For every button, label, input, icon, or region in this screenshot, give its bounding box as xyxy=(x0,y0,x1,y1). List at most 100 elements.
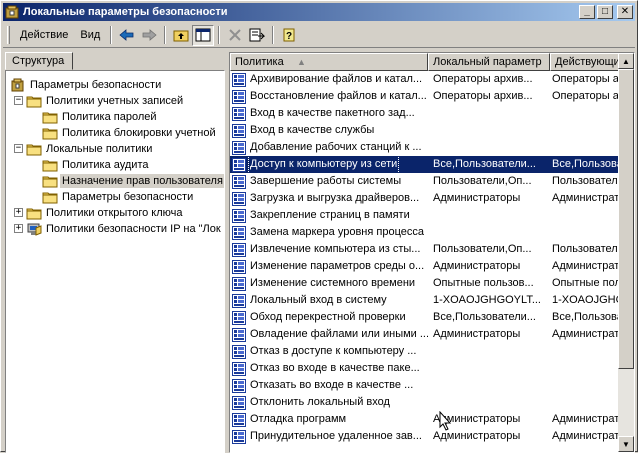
table-row[interactable]: Отказ во входе в качестве паке... xyxy=(230,360,620,377)
tree-item-security-options[interactable]: Параметры безопасности xyxy=(6,189,224,205)
policy-name: Добавление рабочих станций к ... xyxy=(250,141,422,153)
policy-name: Отказать во входе в качестве ... xyxy=(250,379,414,391)
scroll-down-button[interactable]: ▼ xyxy=(618,436,634,452)
policy-name: Изменение системного времени xyxy=(250,277,416,289)
collapse-icon[interactable]: − xyxy=(14,144,23,153)
column-header-effective[interactable]: Действующи xyxy=(550,53,620,71)
tab-structure[interactable]: Структура xyxy=(5,52,73,70)
policy-name: Вход в качестве службы xyxy=(250,124,375,136)
table-row[interactable]: Восстановление файлов и катал... Оператор… xyxy=(230,88,620,105)
table-row[interactable]: Добавление рабочих станций к ... xyxy=(230,139,620,156)
table-row[interactable]: Доступ к компьютеру из сети Все,Пользоват… xyxy=(230,156,620,173)
column-header-effective-label: Действующи xyxy=(555,56,620,68)
cell-effective-setting: Администрато xyxy=(552,192,620,204)
table-row[interactable]: Овладение файлами или иными ... Администр… xyxy=(230,326,620,343)
app-icon xyxy=(5,5,19,19)
cell-policy: Отладка программ xyxy=(230,411,428,428)
table-row[interactable]: Закрепление страниц в памяти xyxy=(230,207,620,224)
cell-local-setting: Все,Пользователи... xyxy=(428,156,548,173)
cell-local-setting: 1-XOAOJGHGOYLT... xyxy=(433,294,541,306)
show-hide-tree-button[interactable] xyxy=(192,24,215,46)
cell-policy: Отказать во входе в качестве ... xyxy=(230,377,428,394)
svg-text:?: ? xyxy=(286,31,292,42)
tree-item-public-key[interactable]: + Политики открытого ключа xyxy=(6,205,224,221)
tree-item-security-settings[interactable]: Параметры безопасности xyxy=(6,77,224,93)
tree-item-ip-security[interactable]: + Политики безопасности IP на "Лок xyxy=(6,221,224,237)
tree-item-password-policy[interactable]: Политика паролей xyxy=(6,109,224,125)
table-row[interactable]: Отказ в доступе к компьютеру ... xyxy=(230,343,620,360)
vertical-scrollbar[interactable]: ▲ ▼ xyxy=(618,53,634,452)
column-header-local[interactable]: Локальный параметр xyxy=(428,53,550,71)
policy-icon xyxy=(232,225,246,240)
cell-local-setting: Администраторы xyxy=(433,328,521,340)
column-header-policy[interactable]: Политика ▲ xyxy=(230,53,428,71)
cell-effective-setting: Пользователи xyxy=(552,175,620,187)
cell-local-setting xyxy=(428,360,548,377)
tree-item-account-policies[interactable]: − Политики учетных записей xyxy=(6,93,224,109)
cell-policy: Вход в качестве службы xyxy=(230,122,428,139)
title-bar[interactable]: Локальные параметры безопасности _ □ ✕ xyxy=(3,3,635,21)
tree-item-label: Параметры безопасности xyxy=(62,191,194,203)
toolbar-grip[interactable] xyxy=(7,26,10,44)
table-row[interactable]: Вход в качестве пакетного зад... xyxy=(230,105,620,122)
cell-policy: Добавление рабочих станций к ... xyxy=(230,139,428,156)
cell-effective-setting: Опытные поль xyxy=(552,277,620,289)
delete-button[interactable] xyxy=(224,25,246,46)
policy-name: Восстановление файлов и катал... xyxy=(250,90,427,102)
tree-item-label: Назначение прав пользователя xyxy=(60,174,224,188)
policy-name: Архивирование файлов и катал... xyxy=(250,73,423,85)
table-row[interactable]: Локальный вход в систему 1-XOAOJGHGOYLT..… xyxy=(230,292,620,309)
table-row[interactable]: Вход в качестве службы xyxy=(230,122,620,139)
export-list-button[interactable] xyxy=(246,25,268,46)
sort-ascending-icon: ▲ xyxy=(297,57,306,67)
tree-item-lockout-policy[interactable]: Политика блокировки учетной xyxy=(6,125,224,141)
toolbar-separator xyxy=(218,26,221,44)
policy-name: Отказ во входе в качестве паке... xyxy=(250,362,420,374)
tree-item-local-policies[interactable]: − Локальные политики xyxy=(6,141,224,157)
cell-effective-setting: Администрато xyxy=(552,328,620,340)
cell-local-setting: Пользователи,Оп... xyxy=(433,243,532,255)
menu-action[interactable]: Действие xyxy=(14,27,74,43)
table-row[interactable]: Отклонить локальный вход xyxy=(230,394,620,411)
up-level-button[interactable] xyxy=(170,25,192,46)
menu-view[interactable]: Вид xyxy=(74,27,106,43)
policy-icon xyxy=(232,208,246,223)
table-row[interactable]: Архивирование файлов и катал... Операторы… xyxy=(230,71,620,88)
policy-name: Вход в качестве пакетного зад... xyxy=(250,107,415,119)
table-row[interactable]: Завершение работы системы Пользователи,Оп… xyxy=(230,173,620,190)
table-row[interactable]: Замена маркера уровня процесса xyxy=(230,224,620,241)
cell-policy: Локальный вход в систему xyxy=(230,292,428,309)
folder-icon xyxy=(42,174,58,188)
cell-policy: Загрузка и выгрузка драйверов... xyxy=(230,190,428,207)
table-row[interactable]: Изменение параметров среды о... Администр… xyxy=(230,258,620,275)
table-row[interactable]: Загрузка и выгрузка драйверов... Админист… xyxy=(230,190,620,207)
tree-item-audit-policy[interactable]: Политика аудита xyxy=(6,157,224,173)
scroll-thumb[interactable] xyxy=(618,69,634,369)
forward-button[interactable] xyxy=(138,25,160,46)
cell-local-setting xyxy=(428,394,548,411)
tree-item-user-rights[interactable]: Назначение прав пользователя xyxy=(6,173,224,189)
help-button[interactable]: ? xyxy=(278,25,300,46)
table-row[interactable]: Изменение системного времени Опытные поль… xyxy=(230,275,620,292)
close-button[interactable]: ✕ xyxy=(617,5,633,19)
expand-icon[interactable]: + xyxy=(14,208,23,217)
scroll-up-button[interactable]: ▲ xyxy=(618,53,634,69)
collapse-icon[interactable]: − xyxy=(14,96,23,105)
minimize-button[interactable]: _ xyxy=(579,5,595,19)
table-row[interactable]: Отладка программ Администраторы Администра… xyxy=(230,411,620,428)
table-row[interactable]: Извлечение компьютера из сты... Пользоват… xyxy=(230,241,620,258)
policy-icon xyxy=(232,106,246,121)
policy-name: Принудительное удаленное зав... xyxy=(250,430,422,442)
expand-icon[interactable]: + xyxy=(14,224,23,233)
cell-local-setting xyxy=(428,224,548,241)
table-row[interactable]: Принудительное удаленное зав... Администр… xyxy=(230,428,620,445)
cell-effective-setting: Пользователи xyxy=(552,243,620,255)
policy-name: Загрузка и выгрузка драйверов... xyxy=(250,192,420,204)
policy-name: Замена маркера уровня процесса xyxy=(250,226,424,238)
maximize-button[interactable]: □ xyxy=(597,5,613,19)
table-row[interactable]: Обход перекрестной проверки Все,Пользоват… xyxy=(230,309,620,326)
back-button[interactable] xyxy=(116,25,138,46)
cell-effective-setting xyxy=(548,207,620,224)
policy-list: Архивирование файлов и катал... Операторы… xyxy=(230,71,620,452)
table-row[interactable]: Отказать во входе в качестве ... xyxy=(230,377,620,394)
